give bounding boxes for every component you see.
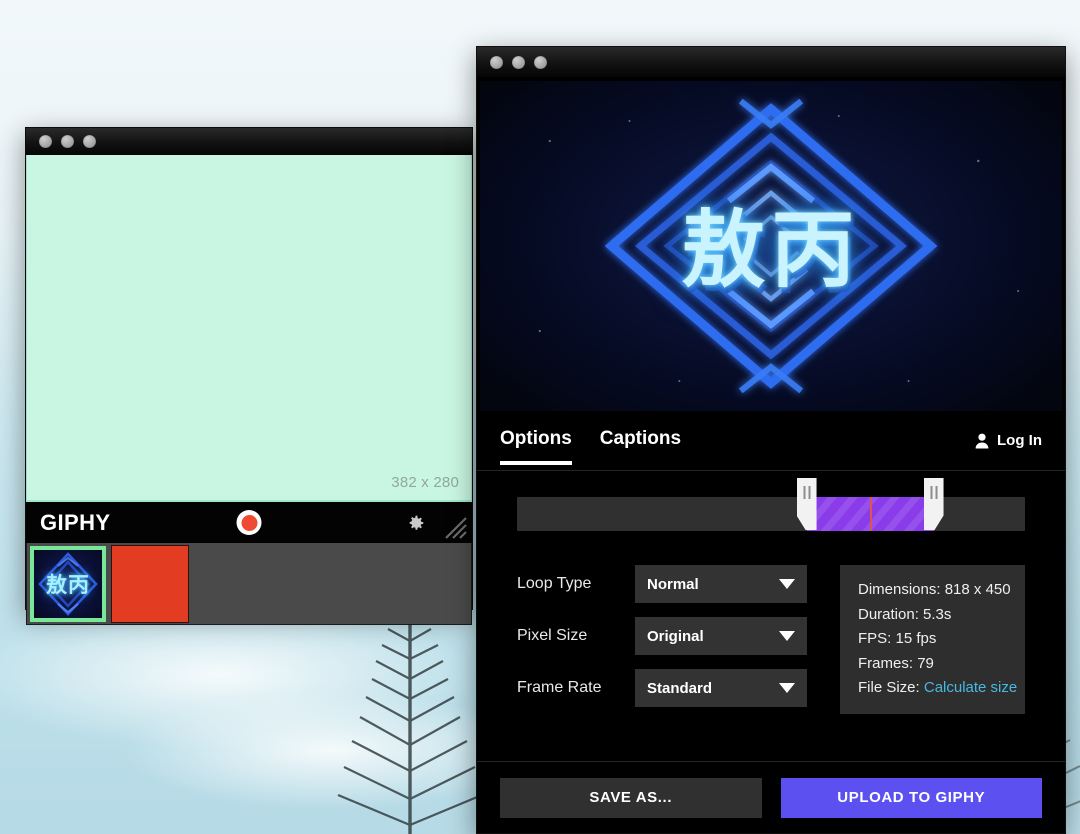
login-button[interactable]: Log In — [975, 432, 1042, 449]
info-frames-value: 79 — [917, 655, 934, 672]
loop-type-value: Normal — [647, 576, 699, 593]
calculate-size-link[interactable]: Calculate size — [924, 679, 1017, 696]
info-filesize: File Size: Calculate size — [858, 676, 1025, 701]
info-fps-value: 15 fps — [896, 630, 937, 647]
trim-track[interactable] — [517, 497, 1025, 531]
frame-rate-value: Standard — [647, 680, 712, 697]
chevron-down-icon — [779, 631, 795, 641]
info-fps-label: FPS: — [858, 630, 891, 647]
info-duration-label: Duration: — [858, 606, 919, 623]
giphy-capture-window[interactable]: 382 x 280 GIPHY — [25, 127, 473, 610]
capture-toolbar: GIPHY — [26, 500, 472, 543]
trim-selection[interactable] — [807, 497, 934, 531]
loop-type-label: Loop Type — [517, 575, 635, 593]
info-duration: Duration: 5.3s — [858, 603, 1025, 628]
desktop-background: 382 x 280 GIPHY — [0, 0, 1080, 834]
thumbnail-caption: 敖丙 — [30, 546, 106, 622]
tab-captions[interactable]: Captions — [600, 428, 681, 454]
options-panel: Loop Type Normal Pixel Size Original Fra… — [477, 531, 1065, 714]
resize-grip-icon[interactable] — [442, 514, 468, 540]
maximize-button[interactable] — [534, 56, 547, 69]
capture-region[interactable]: 382 x 280 — [26, 155, 472, 500]
red-frame-thumbnail[interactable] — [111, 545, 189, 623]
info-frames: Frames: 79 — [858, 652, 1025, 677]
close-button[interactable] — [39, 135, 52, 148]
frame-rate-select[interactable]: Standard — [635, 669, 807, 707]
frame-rate-label: Frame Rate — [517, 679, 635, 697]
minimize-button[interactable] — [512, 56, 525, 69]
neon-gif-thumbnail[interactable]: 敖丙 — [30, 546, 106, 622]
info-dimensions-label: Dimensions: — [858, 581, 941, 598]
pixel-size-value: Original — [647, 628, 704, 645]
tab-options[interactable]: Options — [500, 428, 572, 454]
login-label: Log In — [997, 432, 1042, 449]
bare-tree-silhouette — [330, 595, 490, 834]
chevron-down-icon — [779, 683, 795, 693]
editor-tabbar: Options Captions Log In — [477, 411, 1065, 471]
gif-info-box: Dimensions: 818 x 450 Duration: 5.3s FPS… — [840, 565, 1025, 714]
chevron-down-icon — [779, 579, 795, 589]
info-filesize-label: File Size: — [858, 679, 920, 696]
maximize-button[interactable] — [83, 135, 96, 148]
preview-caption: 敖丙 — [480, 183, 1062, 304]
frame-thumbnail-strip[interactable]: 敖丙 — [26, 543, 472, 625]
loop-type-row: Loop Type Normal — [517, 565, 807, 603]
giphy-logo-text: GIPHY — [40, 510, 110, 536]
close-button[interactable] — [490, 56, 503, 69]
capture-dimensions-label: 382 x 280 — [391, 474, 459, 491]
info-frames-label: Frames: — [858, 655, 913, 672]
gif-preview[interactable]: 敖丙 — [480, 81, 1062, 411]
trim-slider[interactable] — [477, 471, 1065, 531]
editor-footer: SAVE AS... UPLOAD TO GIPHY — [477, 761, 1065, 833]
info-fps: FPS: 15 fps — [858, 627, 1025, 652]
pixel-size-label: Pixel Size — [517, 627, 635, 645]
minimize-button[interactable] — [61, 135, 74, 148]
playhead-marker — [870, 497, 872, 531]
user-icon — [975, 433, 989, 449]
frame-rate-row: Frame Rate Standard — [517, 669, 807, 707]
pixel-size-row: Pixel Size Original — [517, 617, 807, 655]
pixel-size-select[interactable]: Original — [635, 617, 807, 655]
info-dimensions-value: 818 x 450 — [945, 581, 1011, 598]
capture-titlebar[interactable] — [26, 128, 472, 155]
info-dimensions: Dimensions: 818 x 450 — [858, 578, 1025, 603]
gear-icon[interactable] — [404, 512, 426, 534]
trim-handle-left[interactable] — [797, 478, 817, 530]
record-button[interactable] — [237, 510, 262, 535]
editor-titlebar[interactable] — [477, 47, 1065, 77]
info-duration-value: 5.3s — [923, 606, 951, 623]
trim-handle-right[interactable] — [924, 478, 944, 530]
dropdown-column: Loop Type Normal Pixel Size Original Fra… — [517, 565, 807, 714]
giphy-capture-editor-window[interactable]: 敖丙 Options Captions Log In — [476, 46, 1066, 834]
loop-type-select[interactable]: Normal — [635, 565, 807, 603]
save-as-button[interactable]: SAVE AS... — [500, 778, 762, 818]
upload-to-giphy-button[interactable]: UPLOAD TO GIPHY — [781, 778, 1043, 818]
